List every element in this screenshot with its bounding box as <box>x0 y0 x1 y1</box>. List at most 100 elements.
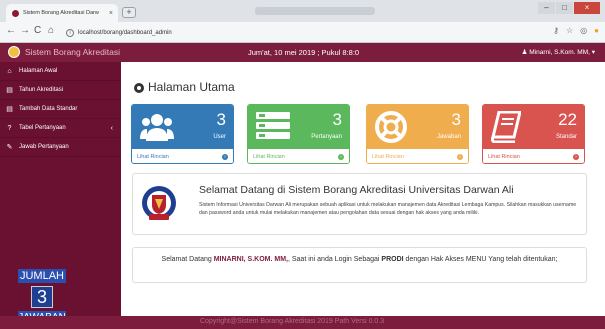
users-icon <box>140 114 174 141</box>
panel-footer-link[interactable]: Lihat Rincian › <box>132 149 233 163</box>
page-title: Halaman Utama <box>133 80 235 94</box>
welcome-title: Selamat Datang di Sistem Borang Akredita… <box>199 184 514 196</box>
answer-widget-count: 3 <box>31 286 53 308</box>
chevron-down-icon: ▾ <box>591 49 595 56</box>
reload-icon[interactable]: C <box>34 25 41 36</box>
dashboard-icon <box>134 82 144 93</box>
welcome-box: Selamat Datang di Sistem Borang Akredita… <box>132 173 587 235</box>
blurred-title-area <box>255 7 375 15</box>
sidebar-item-tahun-akreditasi[interactable]: ▤ Tahun Akreditasi <box>0 81 121 100</box>
detail-link-text: Lihat Rincian <box>488 153 520 160</box>
panel-footer-link[interactable]: Lihat Rincian › <box>483 149 584 163</box>
extension-icon[interactable]: ◎ <box>580 26 587 35</box>
key-icon[interactable]: ⚷ <box>553 26 559 35</box>
answer-widget-title: JUMLAH <box>18 269 66 283</box>
sidebar-item-tambah-data-standar[interactable]: ▤ Tambah Data Standar <box>0 100 121 119</box>
url-field[interactable]: i localhost/borang/dashboard_admin <box>66 25 546 40</box>
brand-title: Sistem Borang Akreditasi <box>25 47 120 57</box>
header-datetime: Jum'at, 10 mei 2019 ; Pukul 8:8:0 <box>248 48 360 57</box>
bookmark-star-icon[interactable]: ☆ <box>566 26 573 35</box>
stat-panel-standar: 22 Standar Lihat Rincian › <box>482 104 585 164</box>
pertanyaan-caption: Pertanyaan <box>311 134 342 140</box>
lifebuoy-icon <box>375 111 407 143</box>
login-prefix: Selamat Datang <box>161 256 212 263</box>
sidebar-item-label: Tambah Data Standar <box>19 106 78 112</box>
panel-footer-link[interactable]: Lihat Rincian › <box>248 149 349 163</box>
brand[interactable]: Sistem Borang Akreditasi <box>8 46 120 58</box>
sidebar-item-label: Tabel Pertanyaan <box>19 125 66 131</box>
arrow-right-circle-icon: › <box>573 153 579 160</box>
welcome-description: Sistem Informasi Universitas Darwan Ali … <box>199 202 577 216</box>
user-menu[interactable]: ♟ Minarni, S.Kom. MM, ▾ <box>522 48 595 56</box>
login-user-name: MINARNI, S.KOM. MM, <box>213 256 288 263</box>
login-role: PRODI <box>381 256 404 263</box>
user-count: 3 <box>216 110 226 129</box>
sidebar-item-tabel-pertanyaan[interactable]: ? Tabel Pertanyaan ‹ <box>0 119 121 138</box>
login-suffix: dengan Hak Akses MENU Yang telah ditentu… <box>405 256 558 263</box>
minimize-button[interactable]: – <box>538 2 555 14</box>
sidebar-item-label: Tahun Akreditasi <box>19 87 64 93</box>
detail-link-text: Lihat Rincian <box>137 153 169 160</box>
browser-tab[interactable]: Sistem Borang Akreditasi Darw × <box>6 4 118 22</box>
user-name: Minarni, S.Kom. MM, <box>529 49 590 56</box>
jawaban-caption: Jawaban <box>436 134 461 140</box>
stat-panel-user: 3 User Lihat Rincian › <box>131 104 234 164</box>
extension-orange-icon[interactable]: ● <box>594 26 599 35</box>
edit-icon: ✎ <box>6 144 13 151</box>
brand-logo-icon <box>8 46 20 58</box>
app-header: Sistem Borang Akreditasi Jum'at, 10 mei … <box>0 43 605 62</box>
detail-link-text: Lihat Rincian <box>253 153 285 160</box>
panel-heading: 3 Pertanyaan <box>248 105 349 149</box>
arrow-right-circle-icon: › <box>222 153 228 160</box>
login-info-box: Selamat Datang MINARNI, S.KOM. MM,, Saat… <box>132 247 587 283</box>
question-icon: ? <box>7 124 12 132</box>
pertanyaan-count: 3 <box>332 110 342 129</box>
tab-close-icon[interactable]: × <box>109 10 118 17</box>
app-footer: Copyright@Sistem Borang Akreditasi 2019 … <box>0 316 605 329</box>
user-caption: User <box>213 134 226 140</box>
sidebar-item-label: Jawab Pertanyaan <box>19 144 69 150</box>
arrow-right-circle-icon: › <box>338 153 344 160</box>
jawaban-count: 3 <box>451 110 461 129</box>
new-tab-button[interactable]: + <box>122 7 136 18</box>
footer-copyright: Copyright@Sistem Borang Akreditasi 2019 … <box>200 318 385 325</box>
sidebar: ⌂ Halaman Awal ▤ Tahun Akreditasi ▤ Tamb… <box>0 62 121 329</box>
panel-heading: 3 Jawaban <box>367 105 468 149</box>
university-logo-icon <box>142 186 176 220</box>
list-icon <box>256 112 290 139</box>
table-icon: ▤ <box>6 87 13 94</box>
main-content: Halaman Utama 3 User Lihat Rincian › 3 P… <box>121 62 605 316</box>
chevron-left-icon: ‹ <box>110 124 113 132</box>
maximize-button[interactable]: □ <box>556 2 573 14</box>
arrow-right-circle-icon: › <box>457 153 463 160</box>
panel-heading: 3 User <box>132 105 233 149</box>
standar-count: 22 <box>558 110 577 129</box>
panel-heading: 22 Standar <box>483 105 584 149</box>
sidebar-item-jawab-pertanyaan[interactable]: ✎ Jawab Pertanyaan <box>0 138 121 157</box>
address-bar-row: ← → C ⌂ i localhost/borang/dashboard_adm… <box>0 22 605 43</box>
home-icon[interactable]: ⌂ <box>48 25 54 36</box>
stat-panel-jawaban: 3 Jawaban Lihat Rincian › <box>366 104 469 164</box>
book-icon <box>491 111 521 143</box>
detail-link-text: Lihat Rincian <box>372 153 404 160</box>
sidebar-item-label: Halaman Awal <box>19 68 58 74</box>
page-title-text: Halaman Utama <box>148 80 235 94</box>
dashboard-icon: ⌂ <box>7 67 12 75</box>
url-text: localhost/borang/dashboard_admin <box>78 29 172 36</box>
site-info-icon[interactable]: i <box>66 28 74 37</box>
login-middle: , Saat ini anda Login Sebagai <box>287 256 380 263</box>
back-arrow-icon[interactable]: ← <box>6 25 16 36</box>
sidebar-item-halaman-awal[interactable]: ⌂ Halaman Awal <box>0 62 121 81</box>
favicon-icon <box>12 9 19 17</box>
window-controls: – □ × <box>538 2 600 14</box>
table-icon: ▤ <box>6 106 13 113</box>
stat-panel-pertanyaan: 3 Pertanyaan Lihat Rincian › <box>247 104 350 164</box>
browser-tab-bar: Sistem Borang Akreditasi Darw × + – □ × <box>0 0 605 22</box>
forward-arrow-icon[interactable]: → <box>20 25 30 36</box>
panel-footer-link[interactable]: Lihat Rincian › <box>367 149 468 163</box>
user-icon: ♟ <box>521 49 528 56</box>
tab-title: Sistem Borang Akreditasi Darw <box>23 10 99 16</box>
standar-caption: Standar <box>555 134 577 140</box>
address-bar-actions: ⚷ ☆ ◎ ● <box>553 26 599 35</box>
window-close-button[interactable]: × <box>574 2 600 14</box>
